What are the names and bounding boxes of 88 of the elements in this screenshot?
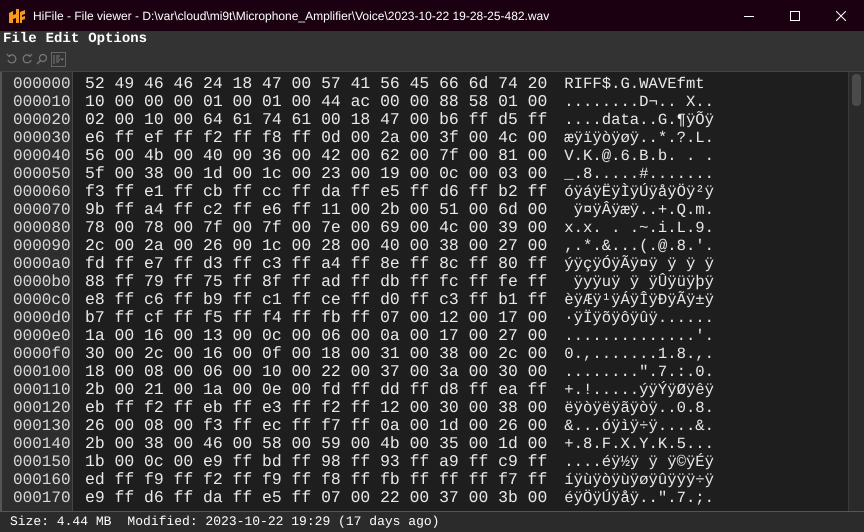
hex-bytes: eb ff f2 ff eb ff e3 ff f2 ff 12 00 30 00 38 00 — [85, 399, 548, 417]
ascii-text: óÿáÿËÿÌÿÚÿåÿÖÿ²ÿ — [564, 183, 714, 201]
offset-label: 0000e0 — [13, 327, 72, 345]
offset-label: 0000d0 — [13, 309, 72, 327]
hex-bytes: ed ff f9 ff f2 ff f9 ff f8 ff fb ff ff ff f7 ff — [85, 471, 548, 489]
offset-label: 000010 — [13, 93, 72, 111]
hex-bytes: 26 00 08 00 f3 ff ec ff f7 ff 0a 00 1d 00 26 00 — [85, 417, 548, 435]
offset-label: 0000b0 — [13, 273, 72, 291]
ascii-text: íÿùÿòÿùÿøÿûÿÿÿ÷ÿ — [564, 471, 714, 489]
ascii-text: +.!.....ýÿÝÿØÿêÿ — [564, 381, 714, 399]
offset-label: 000050 — [13, 165, 72, 183]
offset-label: 000160 — [13, 471, 72, 489]
hex-bytes: e6 ff ef ff f2 ff f8 ff 0d 00 2a 00 3f 00 4c 00 — [85, 129, 548, 147]
offset-label: 000130 — [13, 417, 72, 435]
ascii-text: ....éÿ½ÿ ÿ ÿ©ÿÉÿ — [564, 453, 714, 471]
offset-label: 0000a0 — [13, 255, 72, 273]
offset-label: 000140 — [13, 435, 72, 453]
ascii-text: ëÿòÿëÿãÿòÿ..0.8. — [564, 399, 714, 417]
file-size: Size: 4.44 MB — [10, 513, 112, 532]
hex-bytes: 9b ff a4 ff c2 ff e6 ff 11 00 2b 00 51 00 6d 00 — [85, 201, 548, 219]
offset-label: 000170 — [13, 489, 72, 507]
offset-label: 000070 — [13, 201, 72, 219]
hex-bytes: f3 ff e1 ff cb ff cc ff da ff e5 ff d6 ff b2 ff — [85, 183, 548, 201]
hex-bytes: 78 00 78 00 7f 00 7f 00 7e 00 69 00 4c 00 39 00 — [85, 219, 548, 237]
ascii-text: V.K.@.6.B.b. . . — [564, 147, 714, 165]
modified-date: Modified: 2023-10-22 19:29 (17 days ago) — [127, 513, 440, 532]
menu-item[interactable]: Options — [88, 31, 148, 47]
ascii-text: ,.*.&...(.@.8.'. — [564, 237, 714, 255]
ascii-text: èÿÆÿ¹ÿÁÿÎÿÐÿÃÿ±ÿ — [564, 291, 714, 309]
hex-bytes: b7 ff cf ff f5 ff f4 ff fb ff 07 00 12 00 17 00 — [85, 309, 548, 327]
offset-label: 000110 — [13, 381, 72, 399]
hex-bytes: 02 00 10 00 64 61 74 61 00 18 47 00 b6 ff d5 ff — [85, 111, 548, 129]
offset-label: 000100 — [13, 363, 72, 381]
ascii-text: ........".7.:.0. — [564, 363, 714, 381]
hex-bytes: 30 00 2c 00 16 00 0f 00 18 00 31 00 38 00 2c 00 — [85, 345, 548, 363]
hex-bytes: 2b 00 21 00 1a 00 0e 00 fd ff dd ff d8 ff ea ff — [85, 381, 548, 399]
menu-item[interactable]: File — [3, 31, 37, 47]
hex-bytes: e9 ff d6 ff da ff e5 ff 07 00 22 00 37 00 3b 00 — [85, 489, 548, 507]
ascii-text: RIFF$.G.WAVEfmt — [564, 75, 706, 93]
ascii-text: æÿïÿòÿøÿ..*.?.L. — [564, 129, 714, 147]
offset-label: 000040 — [13, 147, 72, 165]
ascii-text: ýÿçÿÓÿÃÿ¤ÿ ÿ ÿ ÿ — [564, 255, 714, 273]
search-icon[interactable] — [36, 53, 48, 65]
offset-label: 000150 — [13, 453, 72, 471]
offset-label: 000120 — [13, 399, 72, 417]
scrollbar-thumb[interactable] — [852, 74, 861, 106]
ascii-text: ..............'. — [564, 327, 714, 345]
offset-label: 000060 — [13, 183, 72, 201]
ascii-text: x.x. . .~.i.L.9. — [564, 219, 714, 237]
hex-bytes: 52 49 46 46 24 18 47 00 57 41 56 45 66 6d 74 20 — [85, 75, 548, 93]
window-title: HiFile - File viewer - D:\var\cloud\mi9t\Microphone_Amplifier\Voice\2023-10-22 19-28-25-482.wav — [33, 8, 550, 24]
list-icon — [53, 54, 64, 64]
view-mode-button[interactable] — [51, 52, 66, 66]
redo-icon[interactable] — [21, 53, 33, 65]
hex-bytes: 5f 00 38 00 1d 00 1c 00 23 00 19 00 0c 00 03 00 — [85, 165, 548, 183]
close-icon — [836, 10, 846, 20]
hex-bytes: 88 ff 79 ff 75 ff 8f ff ad ff db ff fc ff fe ff — [85, 273, 548, 291]
hex-bytes: fd ff e7 ff d3 ff c3 ff a4 ff 8e ff 8c ff 80 ff — [85, 255, 548, 273]
offset-label: 000020 — [13, 111, 72, 129]
ascii-text: &...óÿìÿ÷ÿ....&. — [564, 417, 714, 435]
offset-label: 0000c0 — [13, 291, 72, 309]
hex-bytes: 56 00 4b 00 40 00 36 00 42 00 62 00 7f 00 81 00 — [85, 147, 548, 165]
hex-bytes: e8 ff c6 ff b9 ff c1 ff ce ff d0 ff c3 ff b1 ff — [85, 291, 548, 309]
app-logo-icon — [9, 8, 25, 22]
offset-label: 000090 — [13, 237, 72, 255]
offset-label: 0000f0 — [13, 345, 72, 363]
ascii-text: ........D¬.. X.. — [564, 93, 714, 111]
maximize-icon — [790, 10, 800, 20]
offset-label: 000080 — [13, 219, 72, 237]
hex-bytes: 1b 00 0c 00 e9 ff bd ff 98 ff 93 ff a9 ff c9 ff — [85, 453, 548, 471]
ascii-text: ·ÿÏÿõÿôÿûÿ...... — [564, 309, 714, 327]
hex-bytes: 2b 00 38 00 46 00 58 00 59 00 4b 00 35 00 1d 00 — [85, 435, 548, 453]
ascii-text: éÿÖÿÚÿåÿ..".7.;. — [564, 489, 714, 507]
undo-icon[interactable] — [6, 53, 18, 65]
menu-item[interactable]: Edit — [46, 31, 80, 47]
ascii-text: +.8.F.X.Y.K.5... — [564, 435, 714, 453]
offset-label: 000000 — [13, 75, 72, 93]
ascii-text: ÿ¤ÿÂÿæÿ..+.Q.m. — [572, 201, 714, 219]
hex-bytes: 10 00 00 00 01 00 01 00 44 ac 00 00 88 58 01 00 — [85, 93, 548, 111]
ascii-text: _.8.....#....... — [564, 165, 714, 183]
vertical-scrollbar[interactable] — [848, 72, 864, 511]
hex-bytes: 18 00 08 00 06 00 10 00 22 00 37 00 3a 00 30 00 — [85, 363, 548, 381]
hex-bytes: 1a 00 16 00 13 00 0c 00 06 00 0a 00 17 00 27 00 — [85, 327, 548, 345]
ascii-text: ....data..G.¶ÿÕÿ — [564, 111, 714, 129]
ascii-text: ÿyÿuÿ ÿ ÿÛÿüÿþÿ — [572, 273, 714, 291]
offset-label: 000030 — [13, 129, 72, 147]
ascii-text: 0.,.......1.8.,. — [564, 345, 714, 363]
hex-bytes: 2c 00 2a 00 26 00 1c 00 28 00 40 00 38 00 27 00 — [85, 237, 548, 255]
